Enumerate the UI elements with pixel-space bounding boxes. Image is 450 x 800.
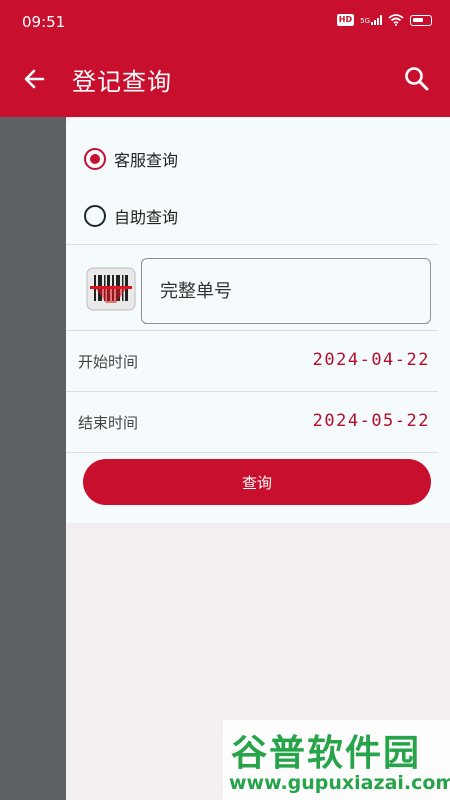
hd-icon: HD bbox=[336, 14, 355, 26]
radio-self-service[interactable]: 自助查询 bbox=[84, 204, 178, 228]
wifi-icon bbox=[388, 14, 404, 26]
end-date-label: 结束时间 bbox=[78, 414, 139, 432]
battery-icon bbox=[410, 14, 432, 26]
barcode-scan-icon[interactable] bbox=[86, 267, 136, 311]
end-date-value[interactable]: 2024-05-22 bbox=[313, 411, 430, 431]
status-time: 09:51 bbox=[22, 13, 66, 31]
start-date-label: 开始时间 bbox=[78, 353, 139, 371]
order-number-input[interactable] bbox=[141, 258, 431, 324]
divider bbox=[66, 330, 438, 331]
app-bar: 09:51 HD 5G 登记查询 bbox=[0, 0, 450, 117]
status-bar: 09:51 HD 5G bbox=[0, 0, 450, 46]
radio-label: 客服查询 bbox=[114, 151, 179, 170]
watermark-logo: 谷普软件园 www.gupuxiazai.com bbox=[223, 720, 450, 800]
start-date-value[interactable]: 2024-04-22 bbox=[313, 350, 430, 370]
divider bbox=[66, 452, 438, 453]
radio-unselected-icon bbox=[84, 205, 106, 227]
radio-label: 自助查询 bbox=[114, 208, 179, 227]
network-type-label: 5G bbox=[360, 17, 370, 25]
back-arrow-icon[interactable] bbox=[20, 64, 50, 94]
side-drawer-overlay bbox=[0, 117, 66, 800]
divider bbox=[66, 244, 438, 245]
signal-icon: 5G bbox=[360, 15, 382, 25]
watermark-url: www.gupuxiazai.com bbox=[229, 772, 450, 794]
page-title: 登记查询 bbox=[72, 68, 172, 96]
radio-customer-service[interactable]: 客服查询 bbox=[84, 147, 178, 171]
query-button[interactable]: 查询 bbox=[83, 459, 431, 505]
watermark-text: 谷普软件园 bbox=[231, 733, 422, 774]
status-icons: HD 5G bbox=[336, 14, 432, 26]
divider bbox=[66, 391, 438, 392]
query-panel: 客服查询 自助查询 开始时间 2024-04-22 结束时间 2024-05-2… bbox=[66, 117, 450, 523]
radio-selected-icon bbox=[84, 148, 106, 170]
search-icon[interactable] bbox=[402, 64, 432, 94]
